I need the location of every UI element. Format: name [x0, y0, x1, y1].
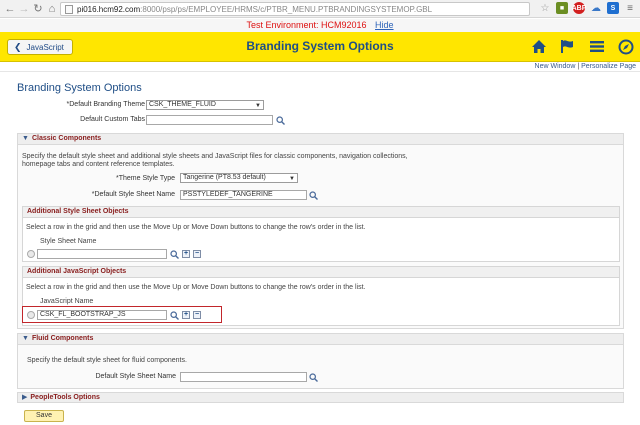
page-links: New Window | Personalize Page	[535, 63, 636, 70]
lookup-icon[interactable]	[276, 116, 285, 125]
address-bar[interactable]: pi016.hcm92.com:8000/psp/ps/EMPLOYEE/HRM…	[60, 2, 530, 16]
adblock-icon[interactable]: ABP	[572, 2, 586, 14]
default-theme-value: CSK_THEME_FLUID	[149, 101, 216, 108]
default-theme-select[interactable]: CSK_THEME_FLUID ▼	[146, 100, 264, 110]
page-icon	[65, 4, 73, 14]
default-theme-label: *Default Branding Theme	[66, 101, 145, 108]
javascript-name-input[interactable]: CSK_FL_BOOTSTRAP_JS	[37, 310, 167, 320]
delete-row-button[interactable]: −	[193, 311, 201, 319]
home-icon[interactable]	[530, 38, 547, 55]
theme-style-type-label: *Theme Style Type	[115, 175, 175, 182]
javascript-grid-header: Additional JavaScript Objects	[23, 267, 619, 278]
javascript-column-label: JavaScript Name	[40, 298, 94, 305]
lookup-icon[interactable]	[170, 250, 179, 259]
add-row-button[interactable]: +	[182, 311, 190, 319]
lookup-icon[interactable]	[309, 191, 318, 200]
theme-style-type-select[interactable]: Tangerine (PT8.53 default) ▼	[180, 173, 298, 183]
default-style-sheet-label: *Default Style Sheet Name	[91, 191, 175, 198]
peopletools-options-header[interactable]: ▶ PeopleTools Options	[17, 392, 624, 403]
flag-icon[interactable]	[559, 38, 576, 55]
style-sheet-name-input[interactable]	[37, 249, 167, 259]
url-host: pi016.hcm92.com	[77, 4, 141, 14]
javascript-instructions: Select a row in the grid and then use th…	[26, 284, 366, 291]
expand-triangle-icon: ▶	[22, 394, 28, 401]
default-style-sheet-input[interactable]: PSSTYLEDEF_TANGERINE	[180, 190, 307, 200]
home-icon[interactable]: ⌂	[45, 2, 59, 16]
url-path: :8000/psp/ps/EMPLOYEE/HRMS/c/PTBR_MENU.P…	[140, 4, 433, 14]
classic-components-title: Classic Components	[31, 135, 102, 142]
menu-icon[interactable]: ≡	[624, 2, 636, 14]
add-row-button[interactable]: +	[182, 250, 190, 258]
hamburger-menu-icon[interactable]	[588, 38, 605, 55]
lookup-icon[interactable]	[170, 311, 179, 320]
theme-style-type-value: Tangerine (PT8.53 default)	[183, 174, 266, 181]
new-window-link[interactable]: New Window	[535, 63, 576, 70]
lookup-icon[interactable]	[309, 373, 318, 382]
back-arrow-icon[interactable]: ←	[3, 2, 17, 16]
star-icon[interactable]: ☆	[539, 2, 551, 14]
classic-components-header[interactable]: ▼ Classic Components	[18, 134, 623, 145]
save-button[interactable]: Save	[24, 410, 64, 422]
classic-description-line2: homepage tabs and content reference temp…	[22, 161, 175, 168]
fluid-default-style-input[interactable]	[180, 372, 307, 382]
fluid-components-title: Fluid Components	[31, 335, 94, 342]
dropdown-arrow-icon: ▼	[289, 176, 295, 182]
forward-arrow-icon[interactable]: →	[17, 2, 31, 16]
personalize-page-link[interactable]: Personalize Page	[581, 63, 636, 70]
hide-link[interactable]: Hide	[375, 20, 394, 30]
dropdown-arrow-icon: ▼	[255, 103, 261, 109]
environment-bar: Test Environment: HCM92016 Hide	[0, 19, 640, 32]
collapse-triangle-icon: ▼	[22, 135, 29, 142]
style-sheet-column-label: Style Sheet Name	[40, 238, 97, 245]
page-header: ❮ JavaScript Branding System Options	[0, 32, 640, 62]
javascript-row-radio[interactable]	[27, 311, 35, 319]
fluid-default-style-label: Default Style Sheet Name	[95, 373, 176, 380]
delete-row-button[interactable]: −	[193, 250, 201, 258]
environment-text: Test Environment: HCM92016	[246, 20, 367, 30]
divider	[0, 71, 640, 72]
link-separator: |	[577, 63, 580, 70]
navbar-compass-icon[interactable]	[617, 38, 634, 55]
page-title: Branding System Options	[17, 82, 142, 94]
cloud-icon[interactable]: ☁	[590, 2, 602, 14]
extension-s-icon[interactable]: S	[607, 2, 619, 14]
default-tabs-label: Default Custom Tabs	[80, 116, 145, 123]
fluid-components-header[interactable]: ▼ Fluid Components	[18, 334, 623, 345]
browser-toolbar: ← → ↻ ⌂ pi016.hcm92.com:8000/psp/ps/EMPL…	[0, 0, 640, 18]
style-sheet-instructions: Select a row in the grid and then use th…	[26, 224, 366, 231]
collapse-triangle-icon: ▼	[22, 335, 29, 342]
reload-icon[interactable]: ↻	[31, 2, 45, 16]
style-sheet-grid-header: Additional Style Sheet Objects	[23, 207, 619, 218]
fluid-description: Specify the default style sheet for flui…	[27, 357, 187, 364]
default-tabs-input[interactable]	[146, 115, 273, 125]
extension-icon[interactable]: ■	[556, 2, 568, 14]
peopletools-options-title: PeopleTools Options	[30, 394, 100, 401]
style-sheet-row-radio[interactable]	[27, 250, 35, 258]
